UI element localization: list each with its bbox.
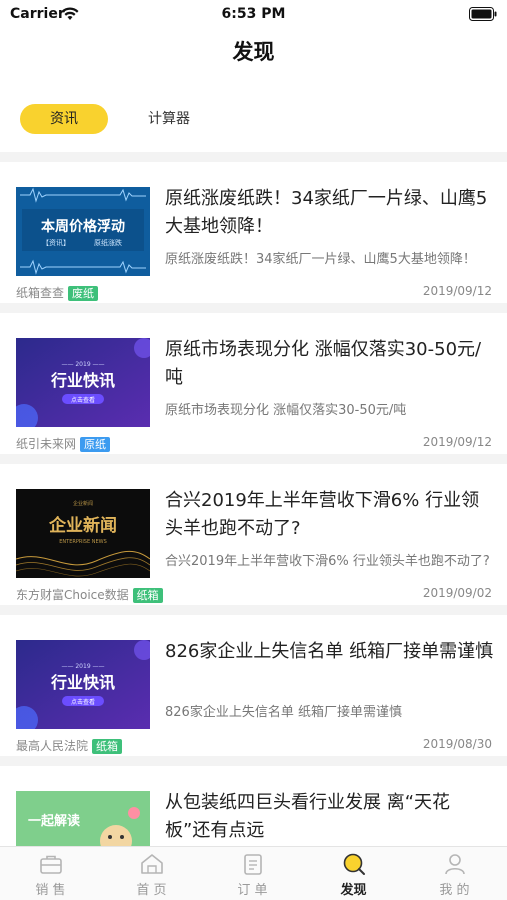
article-date: 2019/08/30 xyxy=(422,737,492,751)
tab-discover[interactable]: 发现 xyxy=(303,847,404,900)
article-title[interactable]: 原纸市场表现分化 涨幅仅落实30-50元/吨 xyxy=(165,336,495,392)
tab-bar-label: 销 售 xyxy=(35,883,66,898)
article-thumbnail: 一起解读 xyxy=(16,791,150,846)
industry-news-image: —— 2019 —— 行业快讯 点击查看 xyxy=(16,338,150,427)
article-thumbnail: 本周价格浮动 【资讯】 原纸涨跌 xyxy=(16,187,150,276)
thumb-heading: 一起解读 xyxy=(28,813,80,829)
tab-home[interactable]: 首 页 xyxy=(101,847,202,900)
article-source: 纸引未来网 xyxy=(16,437,77,451)
industry-news-image: —— 2019 —— 行业快讯 点击查看 xyxy=(16,640,150,729)
segment-tabs: 资讯 计算器 xyxy=(0,104,507,138)
article-meta: 纸引未来网 原纸 xyxy=(16,435,111,452)
thumb-button-text: 点击查看 xyxy=(71,396,95,404)
tab-bar-label: 我 的 xyxy=(439,883,470,898)
clock: 6:53 PM xyxy=(221,6,286,22)
tab-bar-label: 订 单 xyxy=(237,883,268,898)
category-tag: 纸箱 xyxy=(92,739,123,754)
enterprise-news-image: 企业新闻 企业新闻 ENTERPRISE NEWS xyxy=(16,489,150,578)
tab-bar-label: 发现 xyxy=(340,883,367,898)
article-title[interactable]: 826家企业上失信名单 纸箱厂接单需谨慎 xyxy=(165,638,495,666)
thumb-heading: 本周价格浮动 xyxy=(41,218,125,235)
tab-sales[interactable]: 销 售 xyxy=(0,847,101,900)
thumb-subtext: —— 2019 —— xyxy=(61,361,104,368)
article-date: 2019/09/12 xyxy=(422,284,492,298)
tab-news[interactable]: 资讯 xyxy=(20,104,108,134)
interpretation-image: 一起解读 xyxy=(16,791,150,846)
page-title: 发现 xyxy=(232,40,275,64)
price-wave-image: 本周价格浮动 【资讯】 原纸涨跌 xyxy=(16,187,150,276)
thumb-heading: 行业快讯 xyxy=(50,371,115,390)
article-date: 2019/09/12 xyxy=(422,435,492,449)
article-card[interactable]: 本周价格浮动 【资讯】 原纸涨跌 原纸涨废纸跌！34家纸厂一片绿、山鹰5大基地领… xyxy=(0,162,507,303)
clipboard-icon xyxy=(243,854,262,875)
bottom-tab-bar: 销 售 首 页 订 单 发现 我 的 xyxy=(0,846,507,900)
category-tag: 纸箱 xyxy=(132,588,163,603)
article-thumbnail: 企业新闻 企业新闻 ENTERPRISE NEWS xyxy=(16,489,150,578)
thumb-subtext: 【资讯】 xyxy=(42,238,70,247)
article-summary: 原纸涨废纸跌！34家纸厂一片绿、山鹰5大基地领降！ xyxy=(165,252,476,267)
article-source: 纸箱查查 xyxy=(16,286,65,300)
article-title[interactable]: 从包装纸四巨头看行业发展 离“天花板”还有点远 xyxy=(165,789,495,845)
briefcase-icon xyxy=(39,855,62,874)
category-tag: 废纸 xyxy=(68,286,99,301)
article-card[interactable]: 企业新闻 企业新闻 ENTERPRISE NEWS 合兴2019年上半年营收下滑… xyxy=(0,464,507,605)
thumb-button-text: 点击查看 xyxy=(71,698,95,706)
article-feed[interactable]: 本周价格浮动 【资讯】 原纸涨跌 原纸涨废纸跌！34家纸厂一片绿、山鹰5大基地领… xyxy=(0,152,507,846)
tab-orders[interactable]: 订 单 xyxy=(202,847,303,900)
article-summary: 原纸市场表现分化 涨幅仅落实30-50元/吨 xyxy=(165,403,407,418)
thumb-subtext: 原纸涨跌 xyxy=(94,238,122,247)
article-meta: 纸箱查查 废纸 xyxy=(16,284,99,301)
article-card[interactable]: —— 2019 —— 行业快讯 点击查看 原纸市场表现分化 涨幅仅落实30-50… xyxy=(0,313,507,454)
article-summary: 826家企业上失信名单 纸箱厂接单需谨慎 xyxy=(165,705,402,720)
tab-profile[interactable]: 我 的 xyxy=(404,847,505,900)
tab-calculator[interactable]: 计算器 xyxy=(124,104,214,134)
article-card[interactable]: —— 2019 —— 行业快讯 点击查看 826家企业上失信名单 纸箱厂接单需谨… xyxy=(0,615,507,756)
article-date: 2019/09/02 xyxy=(422,586,492,600)
discover-icon xyxy=(343,853,365,875)
article-meta: 东方财富Choice数据 纸箱 xyxy=(16,586,163,603)
category-tag: 原纸 xyxy=(80,437,111,452)
thumb-subtext: ENTERPRISE NEWS xyxy=(59,539,107,545)
thumb-subtext: —— 2019 —— xyxy=(61,663,104,670)
home-icon xyxy=(140,854,163,874)
thumb-heading: 企业新闻 xyxy=(48,515,117,536)
article-summary: 合兴2019年上半年营收下滑6% 行业领头羊也跑不动了? xyxy=(165,554,490,569)
thumb-heading: 行业快讯 xyxy=(50,673,115,692)
article-title[interactable]: 合兴2019年上半年营收下滑6% 行业领头羊也跑不动了? xyxy=(165,487,495,543)
article-thumbnail: —— 2019 —— 行业快讯 点击查看 xyxy=(16,338,150,427)
article-source: 东方财富Choice数据 xyxy=(16,588,129,602)
status-bar: Carrier 6:53 PM xyxy=(0,0,507,30)
article-meta: 最高人民法院 纸箱 xyxy=(16,737,123,754)
article-source: 最高人民法院 xyxy=(16,739,89,753)
user-icon xyxy=(444,854,465,875)
article-thumbnail: —— 2019 —— 行业快讯 点击查看 xyxy=(16,640,150,729)
thumb-subtext: 企业新闻 xyxy=(73,500,93,507)
article-title[interactable]: 原纸涨废纸跌！34家纸厂一片绿、山鹰5大基地领降！ xyxy=(165,185,495,241)
tab-bar-label: 首 页 xyxy=(136,883,167,898)
article-card[interactable]: 一起解读 从包装纸四巨头看行业发展 离“天花板”还有点远 xyxy=(0,766,507,846)
battery-icon xyxy=(469,7,497,21)
